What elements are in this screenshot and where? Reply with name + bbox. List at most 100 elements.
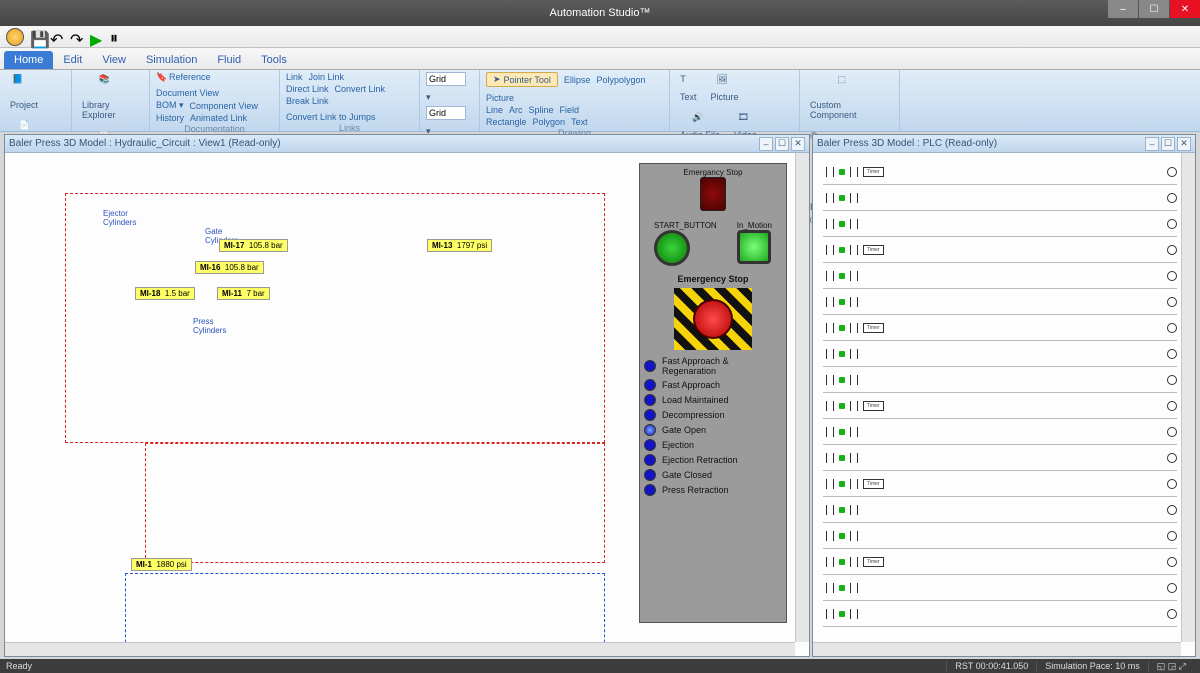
ribbon-animlink[interactable]: Animated Link xyxy=(190,113,247,123)
menu-fluid[interactable]: Fluid xyxy=(207,51,251,69)
ribbon-text[interactable]: Text xyxy=(571,117,588,127)
ribbon-polygon[interactable]: Polygon xyxy=(533,117,566,127)
ribbon-library[interactable]: 📚Library Explorer xyxy=(78,72,143,122)
qat-undo-icon[interactable]: ↶ xyxy=(50,30,64,44)
ladder-rung xyxy=(823,289,1177,315)
ribbon-field[interactable]: Field xyxy=(560,105,580,115)
snap-grid-2[interactable] xyxy=(426,106,466,120)
doc-plc-vscroll[interactable] xyxy=(1181,153,1195,642)
ribbon-convertlink[interactable]: Convert Link xyxy=(335,84,386,94)
qat-save-icon[interactable]: 💾 xyxy=(30,30,44,44)
ribbon-docview[interactable]: Document View xyxy=(156,88,219,98)
state-light-icon xyxy=(644,409,656,421)
measure-mi-17[interactable]: MI-17 105.8 bar xyxy=(219,239,288,252)
doc-close-icon[interactable]: ✕ xyxy=(791,137,805,151)
ribbon-picture[interactable]: Picture xyxy=(486,93,514,103)
ladder-rung: Timer xyxy=(823,549,1177,575)
doc-hydraulic-vscroll[interactable] xyxy=(795,153,809,642)
emerg-lamp-label: Emergancy Stop xyxy=(644,168,782,177)
state-label: Decompression xyxy=(662,410,725,420)
custom-icon: ⬚ xyxy=(838,74,862,98)
doc-plc-title: Baler Press 3D Model : PLC (Read-only) xyxy=(817,138,997,149)
ribbon-breaklink[interactable]: Break Link xyxy=(286,96,329,106)
ladder-rung: Timer xyxy=(823,471,1177,497)
emerg-lamp-icon xyxy=(700,177,726,211)
measure-mi-11[interactable]: MI-11 7 bar xyxy=(217,287,270,300)
menu-simulation[interactable]: Simulation xyxy=(136,51,207,69)
ribbon-polypolygon[interactable]: Polypolygon xyxy=(596,75,645,85)
ribbon-history[interactable]: History xyxy=(156,113,184,123)
status-zoom-icons[interactable]: ◱ ◲ ⤢ xyxy=(1148,661,1194,672)
doc-hydraulic-titlebar[interactable]: Baler Press 3D Model : Hydraulic_Circuit… xyxy=(5,135,809,153)
doc-max-icon[interactable]: ☐ xyxy=(1161,137,1175,151)
doc-plc-hscroll[interactable] xyxy=(813,642,1181,656)
ribbon-convertjumps[interactable]: Convert Link to Jumps xyxy=(286,112,376,122)
state-label: Press Retraction xyxy=(662,485,729,495)
ribbon-custom-comp[interactable]: ⬚Custom Component xyxy=(806,72,893,122)
workspace: Baler Press 3D Model : Hydraulic_Circuit… xyxy=(0,132,1200,659)
ribbon-rectangle[interactable]: Rectangle xyxy=(486,117,527,127)
motion-label: In_Motion xyxy=(737,221,772,230)
state-row: Gate Open xyxy=(644,424,782,436)
ribbon-compview[interactable]: Component View xyxy=(190,101,258,111)
ref-icon: 🔖 xyxy=(156,72,166,82)
measure-mi-16[interactable]: MI-16 105.8 bar xyxy=(195,261,264,274)
doc-plc-canvas[interactable]: TimerTimerTimerTimerTimerTimer xyxy=(813,153,1195,656)
doc-min-icon[interactable]: – xyxy=(1145,137,1159,151)
title-bar: Automation Studio™ – ☐ ✕ xyxy=(0,0,1200,26)
ribbon-ellipse[interactable]: Ellipse xyxy=(564,75,591,85)
ribbon-reference[interactable]: 🔖Reference xyxy=(156,72,211,82)
ribbon-directlink[interactable]: Direct Link xyxy=(286,84,329,94)
window-maximize[interactable]: ☐ xyxy=(1139,0,1169,18)
control-panel: Emergancy Stop START_BUTTON In_Motion Em… xyxy=(639,163,787,623)
measure-mi-13[interactable]: MI-13 1797 psi xyxy=(427,239,492,252)
ribbon-tt-picture[interactable]: 🖼Picture xyxy=(707,72,743,104)
doc-close-icon[interactable]: ✕ xyxy=(1177,137,1191,151)
qat-redo-icon[interactable]: ↷ xyxy=(70,30,84,44)
measure-mi-18[interactable]: MI-18 1.5 bar xyxy=(135,287,195,300)
video-icon: 🎞 xyxy=(737,112,753,128)
state-label: Gate Open xyxy=(662,425,706,435)
ladder-rung xyxy=(823,497,1177,523)
state-light-icon xyxy=(644,469,656,481)
doc-min-icon[interactable]: – xyxy=(759,137,773,151)
state-row: Load Maintained xyxy=(644,394,782,406)
chevron-down-icon[interactable]: ▾ xyxy=(426,92,431,103)
menu-edit[interactable]: Edit xyxy=(53,51,92,69)
qat-pause-icon[interactable]: ⏸ xyxy=(110,30,124,44)
label-press: Press Cylinders xyxy=(193,317,226,335)
state-row: Press Retraction xyxy=(644,484,782,496)
state-lights: Fast Approach & Regenaration Fast Approac… xyxy=(644,356,782,496)
ribbon-arc[interactable]: Arc xyxy=(509,105,523,115)
state-label: Fast Approach xyxy=(662,380,720,390)
menu-view[interactable]: View xyxy=(92,51,136,69)
menu-tools[interactable]: Tools xyxy=(251,51,297,69)
doc-max-icon[interactable]: ☐ xyxy=(775,137,789,151)
window-minimize[interactable]: – xyxy=(1108,0,1138,18)
doc-plc-titlebar[interactable]: Baler Press 3D Model : PLC (Read-only) –… xyxy=(813,135,1195,153)
menu-home[interactable]: Home xyxy=(4,51,53,69)
ribbon-spline[interactable]: Spline xyxy=(529,105,554,115)
emergency-stop-button[interactable] xyxy=(674,288,752,350)
start-label: START_BUTTON xyxy=(654,221,717,230)
state-row: Decompression xyxy=(644,409,782,421)
snap-grid-1[interactable] xyxy=(426,72,466,86)
ribbon-bom[interactable]: BOM ▾ xyxy=(156,100,184,111)
window-close[interactable]: ✕ xyxy=(1170,0,1200,18)
ribbon-link[interactable]: Link xyxy=(286,72,303,82)
ribbon-tt-text[interactable]: TText xyxy=(676,72,701,104)
qat-play-icon[interactable]: ▶ xyxy=(90,30,104,44)
start-button[interactable] xyxy=(654,230,690,266)
ribbon-pointer-tool[interactable]: ➤Pointer Tool xyxy=(486,72,558,87)
ribbon-joinlink[interactable]: Join Link xyxy=(309,72,345,82)
ribbon-line[interactable]: Line xyxy=(486,105,503,115)
doc-hydraulic-hscroll[interactable] xyxy=(5,642,795,656)
pointer-icon: ➤ xyxy=(493,74,501,85)
doc-hydraulic-canvas[interactable]: Ejector Cylinders Gate Cylinders Press C… xyxy=(5,153,809,656)
state-light-icon xyxy=(644,424,656,436)
measure-mi-1[interactable]: MI-1 1880 psi xyxy=(131,558,192,571)
text-icon: T xyxy=(680,74,696,90)
state-row: Fast Approach & Regenaration xyxy=(644,356,782,376)
state-label: Ejection Retraction xyxy=(662,455,738,465)
ribbon-project[interactable]: 📘Project xyxy=(6,72,42,112)
